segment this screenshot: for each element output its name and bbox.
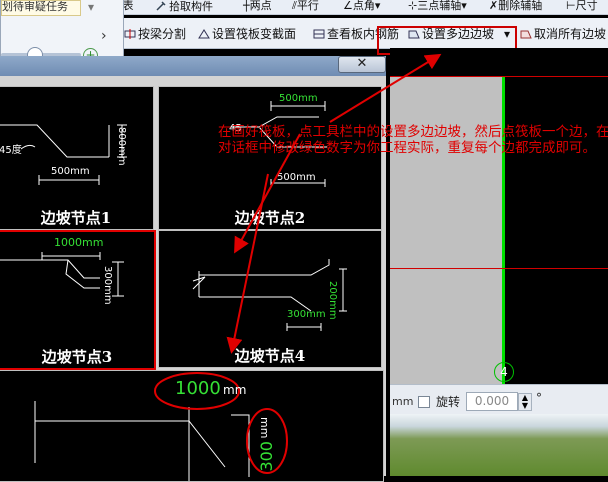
arrow-to-toolbar	[329, 53, 442, 123]
annotation-arrows	[226, 53, 442, 354]
instruction-annotation: 在画好筏板，点工具栏中的设置多边边坡，然后点筏板一个边，在对话框中修改绿色数字为…	[218, 124, 608, 156]
